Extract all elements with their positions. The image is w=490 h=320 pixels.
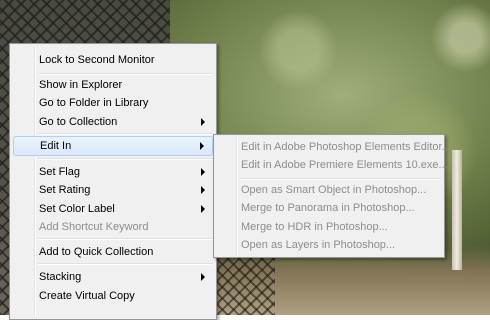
- menu-item-label: Set Rating: [39, 184, 91, 196]
- menu-item-label: Show in Explorer: [39, 79, 123, 91]
- menu-item-add-shortcut-keyword[interactable]: Add Shortcut Keyword: [13, 217, 213, 237]
- context-menu: Lock to Second Monitor Show in Explorer …: [9, 43, 217, 320]
- menu-separator: [38, 158, 213, 160]
- submenu-item-open-as-layers[interactable]: Open as Layers in Photoshop...: [217, 235, 441, 255]
- menu-item-label: Lock to Second Monitor: [39, 54, 155, 66]
- menu-item-edit-in[interactable]: Edit In: [13, 136, 213, 156]
- menu-separator: [38, 133, 213, 135]
- menu-item-label: Edit in Adobe Premiere Elements 10.exe..…: [241, 159, 448, 171]
- menu-item-label: Go to Collection: [39, 116, 118, 128]
- menu-separator: [38, 238, 213, 240]
- menu-item-add-to-quick-collection[interactable]: Add to Quick Collection: [13, 242, 213, 262]
- submenu-item-open-as-smart-object[interactable]: Open as Smart Object in Photoshop...: [217, 180, 441, 200]
- edit-in-submenu: Edit in Adobe Photoshop Elements Editor.…: [213, 134, 451, 258]
- menu-item-create-virtual-copy[interactable]: Create Virtual Copy: [13, 286, 213, 306]
- pole: [452, 150, 462, 270]
- submenu-arrow-icon: [201, 186, 205, 194]
- submenu-arrow-icon: [201, 168, 205, 176]
- menu-item-label: Set Flag: [39, 166, 80, 178]
- menu-item-label: Go to Folder in Library: [39, 97, 149, 109]
- menu-item-label: Create Virtual Copy: [39, 290, 135, 302]
- submenu-item-edit-in-photoshop-elements[interactable]: Edit in Adobe Photoshop Elements Editor.…: [217, 137, 451, 157]
- menu-item-go-to-folder-in-library[interactable]: Go to Folder in Library: [13, 93, 213, 113]
- chain-link-fence-lower: [215, 250, 275, 315]
- menu-item-go-to-collection[interactable]: Go to Collection: [13, 112, 213, 132]
- submenu-item-merge-to-hdr[interactable]: Merge to HDR in Photoshop...: [217, 217, 441, 237]
- menu-item-label: Edit In: [40, 140, 72, 152]
- menu-item-label: Add to Quick Collection: [39, 246, 154, 258]
- menu-item-stacking[interactable]: Stacking: [13, 267, 213, 287]
- menu-item-label: Merge to Panorama in Photoshop...: [241, 202, 415, 214]
- menu-item-set-rating[interactable]: Set Rating: [13, 180, 213, 200]
- submenu-arrow-icon: [200, 142, 204, 150]
- menu-item-label: Stacking: [39, 271, 82, 283]
- menu-item-label: Add Shortcut Keyword: [39, 221, 149, 233]
- menu-item-label: Open as Layers in Photoshop...: [241, 239, 396, 251]
- menu-item-lock-to-second-monitor[interactable]: Lock to Second Monitor: [13, 50, 213, 70]
- submenu-arrow-icon: [201, 118, 205, 126]
- submenu-item-edit-in-premiere-elements[interactable]: Edit in Adobe Premiere Elements 10.exe..…: [217, 155, 448, 175]
- menu-item-label: Open as Smart Object in Photoshop...: [241, 184, 427, 196]
- menu-item-label: Edit in Adobe Photoshop Elements Editor.…: [241, 141, 451, 153]
- menu-separator: [38, 263, 213, 265]
- menu-item-label: Set Color Label: [39, 203, 115, 215]
- submenu-arrow-icon: [201, 205, 205, 213]
- submenu-arrow-icon: [201, 273, 205, 281]
- menu-item-label: Merge to HDR in Photoshop...: [241, 221, 388, 233]
- submenu-item-merge-to-panorama[interactable]: Merge to Panorama in Photoshop...: [217, 198, 441, 218]
- menu-item-show-in-explorer[interactable]: Show in Explorer: [13, 75, 213, 95]
- menu-item-set-color-label[interactable]: Set Color Label: [13, 199, 213, 219]
- menu-item-set-flag[interactable]: Set Flag: [13, 162, 213, 182]
